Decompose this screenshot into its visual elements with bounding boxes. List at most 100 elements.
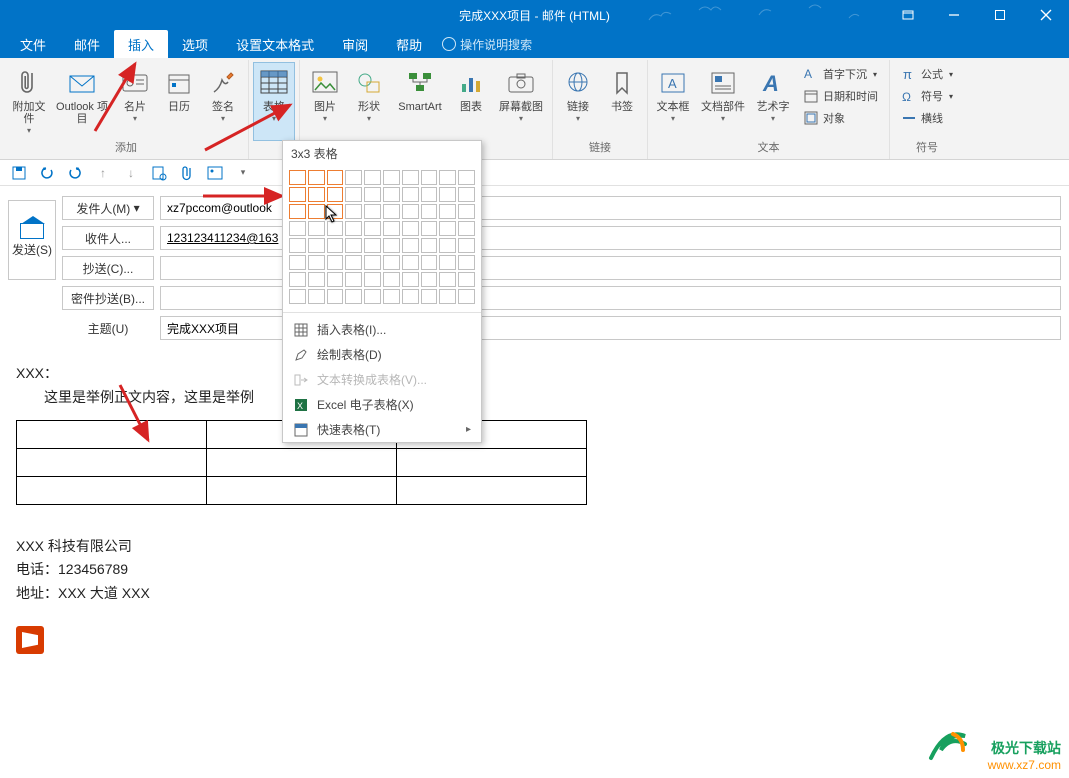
tab-options[interactable]: 选项	[168, 30, 222, 58]
grid-cell[interactable]	[308, 187, 325, 202]
prev-icon[interactable]: ↑	[94, 164, 112, 182]
outlook-item-button[interactable]: Outlook 项目	[52, 62, 112, 137]
attach-qat-icon[interactable]	[178, 164, 196, 182]
grid-cell[interactable]	[345, 187, 362, 202]
picture-qat-icon[interactable]	[206, 164, 224, 182]
grid-cell[interactable]	[289, 272, 306, 287]
grid-cell[interactable]	[402, 238, 419, 253]
undo-icon[interactable]	[38, 164, 56, 182]
send-button[interactable]: 发送(S)	[8, 200, 56, 280]
grid-cell[interactable]	[308, 204, 325, 219]
grid-cell[interactable]	[458, 221, 475, 236]
dropcap-button[interactable]: A首字下沉▾	[800, 64, 881, 84]
grid-cell[interactable]	[383, 221, 400, 236]
grid-cell[interactable]	[327, 289, 344, 304]
grid-cell[interactable]	[439, 187, 456, 202]
grid-cell[interactable]	[421, 187, 438, 202]
grid-cell[interactable]	[458, 238, 475, 253]
grid-cell[interactable]	[421, 238, 438, 253]
grid-cell[interactable]	[439, 221, 456, 236]
grid-cell[interactable]	[439, 204, 456, 219]
grid-cell[interactable]	[364, 289, 381, 304]
grid-cell[interactable]	[308, 272, 325, 287]
grid-cell[interactable]	[383, 272, 400, 287]
grid-cell[interactable]	[439, 255, 456, 270]
quickparts-button[interactable]: 文档部件▾	[696, 62, 750, 137]
grid-cell[interactable]	[383, 204, 400, 219]
horizontal-line-button[interactable]: 横线	[898, 108, 956, 128]
grid-cell[interactable]	[383, 289, 400, 304]
tab-file[interactable]: 文件	[6, 30, 60, 58]
grid-cell[interactable]	[421, 272, 438, 287]
textbox-button[interactable]: A文本框▾	[652, 62, 694, 137]
grid-cell[interactable]	[421, 221, 438, 236]
grid-cell[interactable]	[345, 238, 362, 253]
grid-cell[interactable]	[439, 238, 456, 253]
grid-cell[interactable]	[289, 221, 306, 236]
grid-cell[interactable]	[439, 170, 456, 185]
grid-cell[interactable]	[308, 289, 325, 304]
grid-cell[interactable]	[402, 289, 419, 304]
grid-cell[interactable]	[439, 272, 456, 287]
tab-review[interactable]: 审阅	[328, 30, 382, 58]
cc-button[interactable]: 抄送(C)...	[62, 256, 154, 280]
tell-me-search[interactable]: 操作说明搜索	[442, 30, 532, 58]
grid-cell[interactable]	[308, 255, 325, 270]
grid-cell[interactable]	[458, 170, 475, 185]
grid-cell[interactable]	[383, 255, 400, 270]
datetime-button[interactable]: 日期和时间	[800, 86, 881, 106]
grid-cell[interactable]	[327, 187, 344, 202]
grid-cell[interactable]	[458, 255, 475, 270]
tab-format[interactable]: 设置文本格式	[222, 30, 328, 58]
grid-cell[interactable]	[421, 204, 438, 219]
grid-cell[interactable]	[383, 170, 400, 185]
message-body[interactable]: XXX： 这里是举例正文内容，这里是举例 XXX 科技有限公司 电话：12345…	[0, 348, 1069, 676]
tab-insert[interactable]: 插入	[114, 30, 168, 58]
grid-cell[interactable]	[327, 238, 344, 253]
insert-table-menu[interactable]: 插入表格(I)...	[283, 317, 481, 342]
grid-cell[interactable]	[364, 221, 381, 236]
smartart-button[interactable]: SmartArt	[392, 62, 448, 141]
object-button[interactable]: 对象	[800, 108, 881, 128]
grid-cell[interactable]	[458, 272, 475, 287]
symbol-button[interactable]: Ω符号▾	[898, 86, 956, 106]
qat-dropdown-icon[interactable]: ▾	[234, 164, 252, 182]
ribbon-display-options[interactable]	[885, 0, 931, 30]
grid-cell[interactable]	[289, 187, 306, 202]
grid-cell[interactable]	[421, 255, 438, 270]
grid-cell[interactable]	[421, 289, 438, 304]
wordart-button[interactable]: A艺术字▾	[752, 62, 794, 137]
to-button[interactable]: 收件人...	[62, 226, 154, 250]
grid-cell[interactable]	[402, 187, 419, 202]
grid-cell[interactable]	[289, 289, 306, 304]
grid-cell[interactable]	[402, 170, 419, 185]
redo-icon[interactable]	[66, 164, 84, 182]
grid-cell[interactable]	[402, 204, 419, 219]
from-button[interactable]: 发件人(M) ▾	[62, 196, 154, 220]
grid-cell[interactable]	[439, 289, 456, 304]
grid-cell[interactable]	[308, 238, 325, 253]
grid-cell[interactable]	[345, 170, 362, 185]
grid-cell[interactable]	[458, 187, 475, 202]
close-button[interactable]	[1023, 0, 1069, 30]
hyperlink-button[interactable]: 链接▾	[557, 62, 599, 137]
grid-cell[interactable]	[458, 289, 475, 304]
grid-cell[interactable]	[402, 272, 419, 287]
excel-table-menu[interactable]: XExcel 电子表格(X)	[283, 392, 481, 417]
grid-cell[interactable]	[345, 221, 362, 236]
shapes-button[interactable]: 形状▾	[348, 62, 390, 141]
print-preview-icon[interactable]	[150, 164, 168, 182]
grid-cell[interactable]	[327, 170, 344, 185]
screenshot-button[interactable]: 屏幕截图▾	[494, 62, 548, 141]
grid-cell[interactable]	[364, 204, 381, 219]
grid-cell[interactable]	[383, 187, 400, 202]
grid-cell[interactable]	[364, 238, 381, 253]
grid-cell[interactable]	[421, 170, 438, 185]
quick-table-menu[interactable]: 快速表格(T)▸	[283, 417, 481, 442]
draw-table-menu[interactable]: 绘制表格(D)	[283, 342, 481, 367]
grid-cell[interactable]	[364, 187, 381, 202]
grid-cell[interactable]	[364, 272, 381, 287]
grid-cell[interactable]	[345, 204, 362, 219]
bookmark-button[interactable]: 书签	[601, 62, 643, 137]
attach-file-button[interactable]: 附加文件▾	[8, 62, 50, 137]
